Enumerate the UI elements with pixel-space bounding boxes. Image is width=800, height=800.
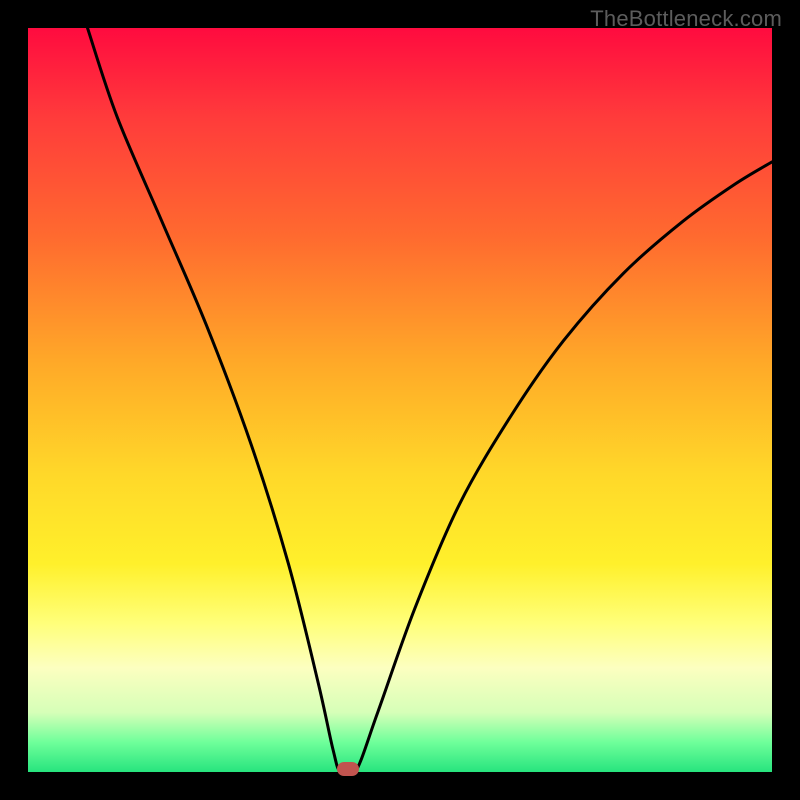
chart-frame: TheBottleneck.com bbox=[0, 0, 800, 800]
plot-area bbox=[28, 28, 772, 772]
bottleneck-curve bbox=[28, 28, 772, 772]
optimal-point-marker bbox=[337, 762, 359, 776]
